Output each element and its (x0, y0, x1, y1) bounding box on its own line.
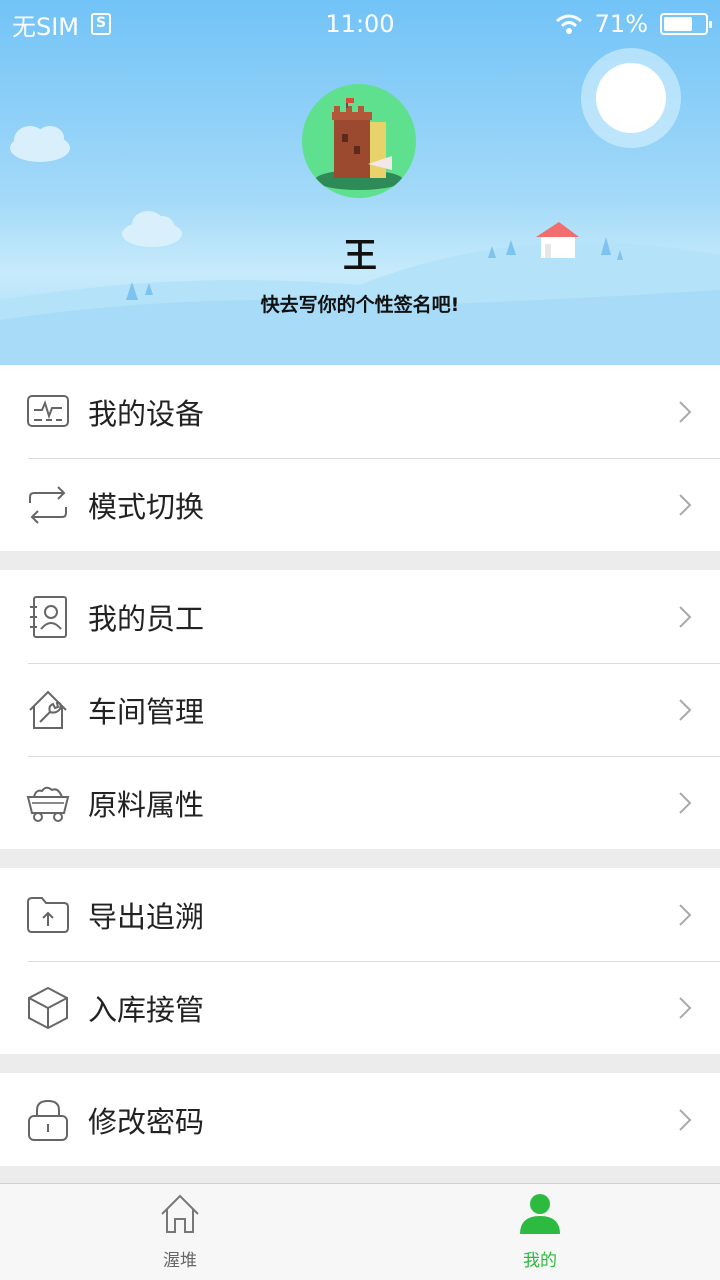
menu-item-workshop-management[interactable]: 车间管理 (0, 663, 720, 756)
menu-item-label: 原料属性 (88, 787, 205, 822)
menu-item-label: 入库接管 (88, 992, 205, 1027)
switch-arrows-icon (26, 483, 70, 527)
menu-item-change-password[interactable]: 修改密码 (0, 1073, 720, 1166)
user-icon (520, 1194, 560, 1234)
lock-icon (26, 1098, 70, 1142)
menu-item-my-devices[interactable]: 我的设备 (0, 365, 720, 458)
chevron-right-icon (679, 903, 692, 926)
battery-icon (660, 13, 712, 35)
signature-text[interactable]: 快去写你的个性签名吧! (0, 290, 720, 317)
chevron-right-icon (679, 996, 692, 1019)
avatar[interactable] (302, 84, 416, 198)
mine-cart-icon (26, 781, 70, 825)
tab-home[interactable]: 渥堆 (0, 1184, 360, 1280)
menu-item-my-employees[interactable]: 我的员工 (0, 570, 720, 663)
menu-item-mode-switch[interactable]: 模式切换 (0, 458, 720, 551)
menu-item-material-attributes[interactable]: 原料属性 (0, 756, 720, 849)
bottom-tab-bar: 渥堆 我的 (0, 1183, 720, 1280)
user-name: 王 (343, 236, 377, 276)
chevron-right-icon (679, 605, 692, 628)
package-box-icon (26, 986, 70, 1030)
profile-header: 王 快去写你的个性签名吧! (0, 0, 720, 365)
device-monitor-icon (26, 390, 70, 434)
battery-level (664, 17, 693, 31)
menu-group-4: 修改密码 (0, 1073, 720, 1166)
clock: 11:00 (325, 10, 395, 38)
chevron-right-icon (679, 400, 692, 423)
menu-item-warehouse-takeover[interactable]: 入库接管 (0, 961, 720, 1054)
menu-item-export-trace[interactable]: 导出追溯 (0, 868, 720, 961)
status-bar: 无SIM S 11:00 71% (0, 0, 720, 48)
menu-item-label: 我的员工 (88, 601, 205, 636)
tab-mine[interactable]: 我的 (360, 1184, 720, 1280)
menu-group-1: 我的设备 模式切换 (0, 365, 720, 551)
menu-group-2: 我的员工 车间管理 原料属性 (0, 570, 720, 849)
chevron-right-icon (679, 493, 692, 516)
menu-item-label: 导出追溯 (88, 899, 205, 934)
menu-group-3: 导出追溯 入库接管 (0, 868, 720, 1054)
menu-item-label: 我的设备 (88, 396, 205, 431)
menu-item-label: 车间管理 (88, 694, 205, 729)
chevron-right-icon (679, 698, 692, 721)
employee-contact-icon (26, 595, 70, 639)
tab-label: 渥堆 (163, 1251, 197, 1271)
tab-label: 我的 (523, 1251, 557, 1271)
menu-item-label: 修改密码 (88, 1104, 205, 1139)
settings-menu: 我的设备 模式切换 我的员工 车间管理 原料属性 导出追溯 入库接管 修改密码 (0, 365, 720, 1185)
menu-item-label: 模式切换 (88, 489, 205, 524)
folder-upload-icon (26, 893, 70, 937)
chevron-right-icon (679, 791, 692, 814)
home-icon (161, 1194, 199, 1233)
chevron-right-icon (679, 1108, 692, 1131)
workshop-wrench-icon (26, 688, 70, 732)
